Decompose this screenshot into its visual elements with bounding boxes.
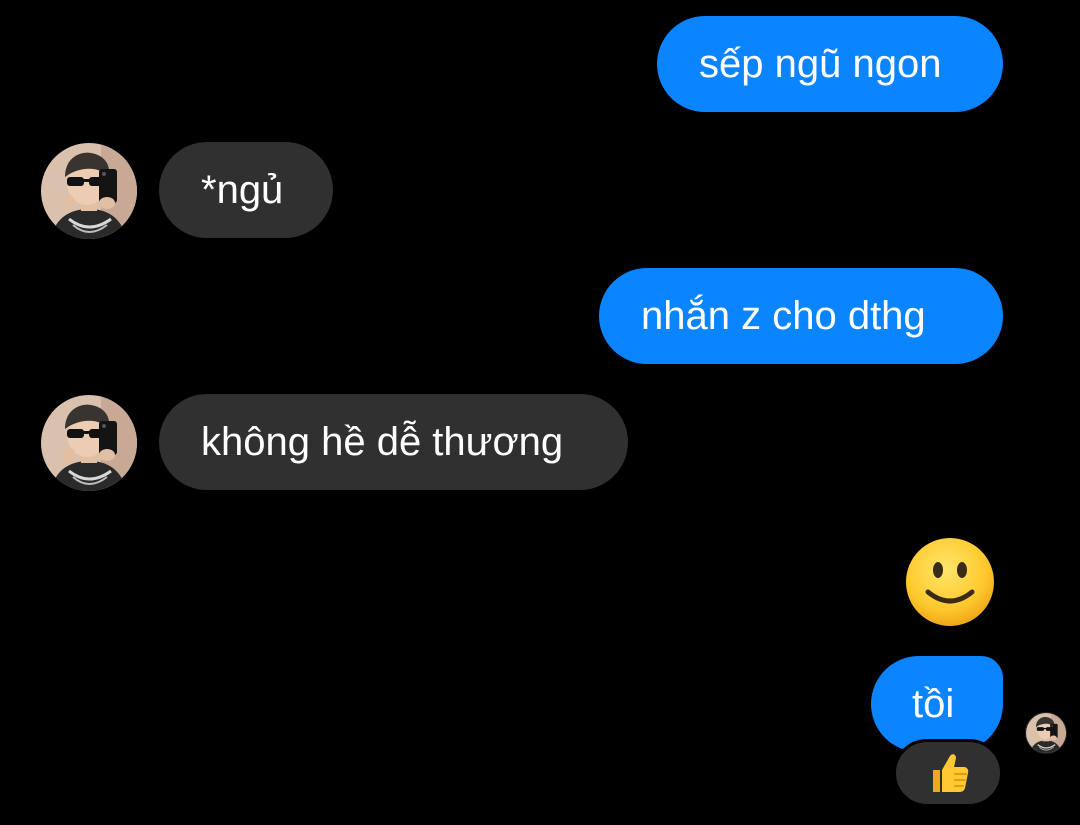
chat-thread: sếp ngũ ngon *ngủ nhắn z cho dthg không … [0, 0, 1080, 825]
contact-avatar[interactable] [41, 395, 137, 491]
slightly-smiling-face-icon[interactable] [904, 536, 996, 628]
thumbs-up-icon [933, 754, 969, 792]
message-text: tồi [912, 682, 955, 726]
message-reaction[interactable] [893, 739, 1003, 807]
outgoing-message-bubble[interactable]: sếp ngũ ngon [657, 16, 1003, 112]
message-text: *ngủ [201, 168, 284, 212]
contact-avatar[interactable] [41, 143, 137, 239]
message-text: nhắn z cho dthg [641, 294, 926, 338]
outgoing-message-bubble[interactable]: nhắn z cho dthg [599, 268, 1003, 364]
message-text: sếp ngũ ngon [699, 42, 942, 86]
seen-avatar [1025, 712, 1067, 754]
message-text: không hề dễ thương [201, 420, 564, 464]
incoming-message-bubble[interactable]: *ngủ [159, 142, 333, 238]
incoming-message-bubble[interactable]: không hề dễ thương [159, 394, 628, 490]
outgoing-message-bubble[interactable]: tồi [871, 656, 1003, 752]
